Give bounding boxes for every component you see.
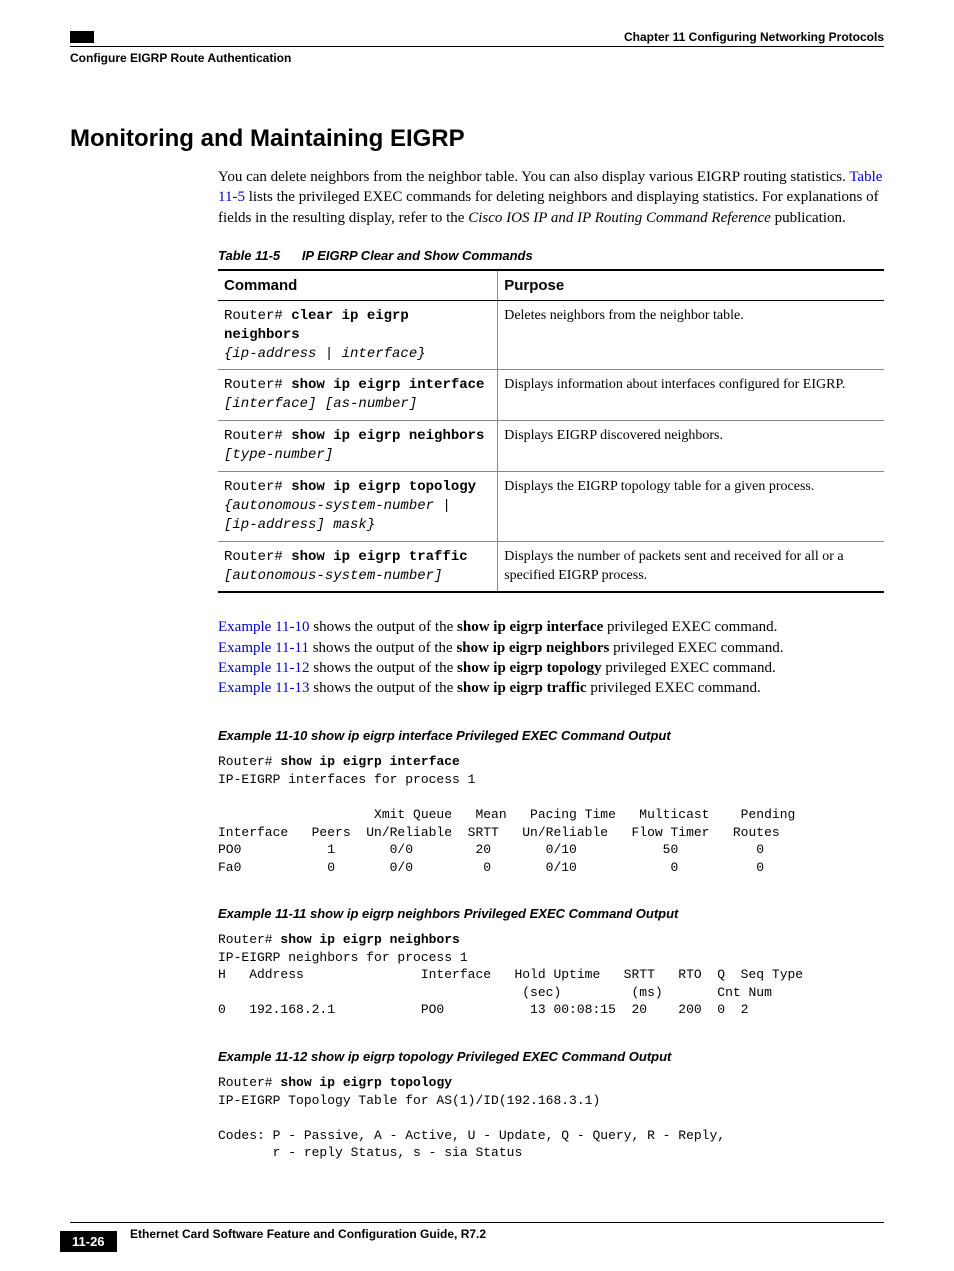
table-caption-label: Table 11-5	[218, 248, 280, 263]
cli-output-11: Router# show ip eigrp neighbors IP-EIGRP…	[218, 931, 884, 1019]
example-caption-12: Example 11-12 show ip eigrp topology Pri…	[218, 1049, 884, 1064]
cmd-prompt: Router#	[224, 377, 291, 393]
table-row: Router# show ip eigrp topology {autonomou…	[218, 471, 884, 541]
cmd-prompt: Router#	[224, 549, 291, 565]
cmd-bold: show ip eigrp neighbors	[291, 428, 484, 444]
intro-ital: Cisco IOS IP and IP Routing Command Refe…	[468, 210, 771, 226]
table-row: Router# show ip eigrp interface [interfac…	[218, 370, 884, 421]
cmd-args: [interface] [as-number]	[224, 396, 417, 412]
example-link[interactable]: Example 11-11	[218, 640, 309, 656]
book-title: Ethernet Card Software Feature and Confi…	[130, 1227, 884, 1241]
page-header: Chapter 11 Configuring Networking Protoc…	[70, 30, 884, 47]
cmd-bold: show ip eigrp topology	[291, 479, 476, 495]
cmd-args: [type-number]	[224, 447, 333, 463]
cmd-prompt: Router#	[224, 428, 291, 444]
example-caption-11: Example 11-11 show ip eigrp neighbors Pr…	[218, 906, 884, 921]
cmd-purpose: Displays the EIGRP topology table for a …	[498, 471, 884, 541]
example-caption-10: Example 11-10 show ip eigrp interface Pr…	[218, 728, 884, 743]
cmd-args: {ip-address | interface}	[224, 346, 426, 362]
command-table: Command Purpose Router# clear ip eigrp n…	[218, 269, 884, 594]
example-link[interactable]: Example 11-12	[218, 660, 310, 676]
cmd-bold: show ip eigrp interface	[291, 377, 484, 393]
cmd-purpose: Deletes neighbors from the neighbor tabl…	[498, 300, 884, 370]
intro-text-1: You can delete neighbors from the neighb…	[218, 169, 849, 185]
intro-paragraph: You can delete neighbors from the neighb…	[218, 167, 884, 228]
table-row: Router# show ip eigrp neighbors [type-num…	[218, 421, 884, 472]
example-link[interactable]: Example 11-10	[218, 619, 310, 635]
cmd-args: {autonomous-system-number | [ip-address]…	[224, 498, 451, 533]
chapter-title: Chapter 11 Configuring Networking Protoc…	[624, 30, 884, 44]
section-title: Configure EIGRP Route Authentication	[70, 51, 884, 65]
th-purpose: Purpose	[498, 270, 884, 301]
example-link[interactable]: Example 11-13	[218, 680, 310, 696]
cmd-prompt: Router#	[224, 308, 291, 324]
cmd-purpose: Displays information about interfaces co…	[498, 370, 884, 421]
table-caption: Table 11-5 IP EIGRP Clear and Show Comma…	[218, 248, 884, 263]
cmd-args: [autonomous-system-number]	[224, 568, 442, 584]
page-number-badge: 11-26	[60, 1231, 117, 1252]
th-command: Command	[218, 270, 498, 301]
page-heading: Monitoring and Maintaining EIGRP	[70, 125, 884, 153]
header-ornament	[70, 31, 94, 43]
intro-text-3: publication.	[771, 210, 846, 226]
table-caption-text: IP EIGRP Clear and Show Commands	[302, 248, 533, 263]
example-references: Example 11-10 shows the output of the sh…	[218, 617, 884, 698]
cmd-purpose: Displays EIGRP discovered neighbors.	[498, 421, 884, 472]
cmd-purpose: Displays the number of packets sent and …	[498, 541, 884, 592]
cli-output-12: Router# show ip eigrp topology IP-EIGRP …	[218, 1074, 884, 1162]
page-footer: Ethernet Card Software Feature and Confi…	[70, 1222, 884, 1241]
table-row: Router# show ip eigrp traffic [autonomous…	[218, 541, 884, 592]
table-row: Router# clear ip eigrp neighbors{ip-addr…	[218, 300, 884, 370]
cli-output-10: Router# show ip eigrp interface IP-EIGRP…	[218, 753, 884, 876]
cmd-bold: show ip eigrp traffic	[291, 549, 467, 565]
cmd-prompt: Router#	[224, 479, 291, 495]
